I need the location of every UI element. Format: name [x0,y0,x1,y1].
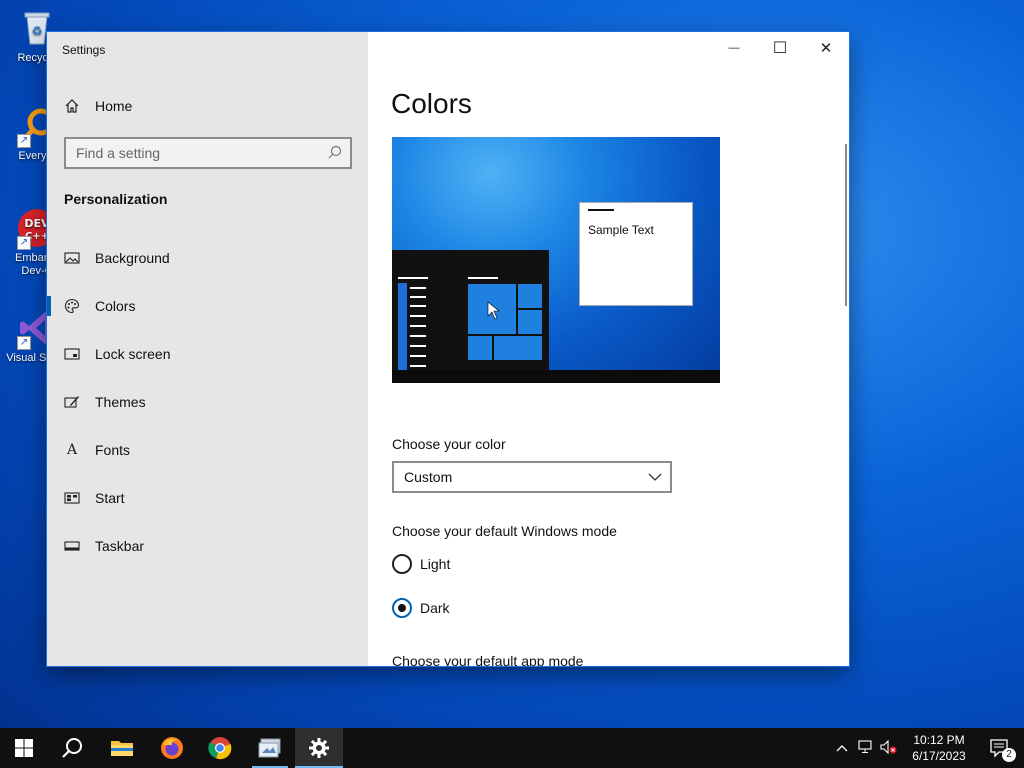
sidebar-item-label: Start [95,490,125,506]
sample-text: Sample Text [588,223,654,237]
taskbar: 10:12 PM 6/17/2023 2 [0,728,1024,768]
palette-icon [63,297,81,315]
search-icon [62,738,82,758]
sidebar-item-fonts[interactable]: A Fonts [47,430,368,470]
sample-title-bar [588,209,614,211]
sidebar-item-label: Colors [95,298,136,314]
sidebar-item-themes[interactable]: Themes [47,382,368,422]
sidebar-item-lock-screen[interactable]: Lock screen [47,334,368,374]
shortcut-arrow-icon: ↗ [17,336,31,350]
radio-button[interactable] [392,554,412,574]
chrome-icon [208,737,232,760]
app-button[interactable] [246,728,294,768]
app-mode-label: Choose your default app mode [392,653,584,666]
app-icon [258,738,281,758]
dropdown-value: Custom [404,469,453,485]
home-icon [63,97,81,115]
chrome-button[interactable] [196,728,244,768]
search-icon [328,145,342,162]
firefox-button[interactable] [148,728,196,768]
windows-logo-icon [15,739,33,757]
volume-muted-icon[interactable] [880,739,898,757]
lock-screen-icon [63,345,81,363]
sidebar-item-label: Fonts [95,442,131,458]
clock-date: 6/17/2023 [912,749,966,763]
start-icon [63,489,81,507]
sidebar-item-taskbar[interactable]: Taskbar [47,526,368,566]
clock-time: 10:12 PM [913,733,965,747]
radio-label: Light [420,556,451,572]
search-placeholder: Find a setting [76,145,161,161]
radio-button-checked[interactable] [392,598,412,618]
notification-count-badge: 2 [1002,748,1016,762]
shortcut-arrow-icon: ↗ [17,134,31,148]
color-preview: Sample Text [392,137,720,383]
sidebar-item-label: Home [95,98,133,114]
chevron-down-icon [648,469,662,485]
action-center-button[interactable]: 2 [976,728,1024,768]
preview-start-menu [392,250,549,370]
sidebar-item-label: Lock screen [95,346,171,362]
file-explorer-icon [111,741,133,756]
fonts-icon: A [66,442,78,458]
radio-light[interactable]: Light [392,554,450,574]
shortcut-arrow-icon: ↗ [17,236,31,250]
colors-page: Colors Sample Text Choose your color Cus… [368,32,849,666]
file-explorer-button[interactable] [98,728,146,768]
taskbar-icon [63,537,81,555]
windows-mode-label: Choose your default Windows mode [392,523,617,539]
section-heading: Personalization [64,191,168,207]
search-button[interactable] [48,728,96,768]
page-title: Colors [391,88,472,119]
settings-window: Settings Home Find a setting Personaliza… [47,32,849,666]
sidebar-item-background[interactable]: Background [47,238,368,278]
choose-color-dropdown[interactable]: Custom [392,461,672,493]
sidebar-item-home[interactable]: Home [47,86,368,126]
preview-taskbar [392,370,720,383]
network-icon[interactable] [858,739,874,757]
svg-text:♻: ♻ [32,24,43,38]
sidebar-item-label: Taskbar [95,538,145,554]
firefox-icon [161,737,183,759]
settings-icon [309,738,329,758]
picture-icon [63,249,81,267]
window-title: Settings [62,43,106,57]
sidebar-item-label: Themes [95,394,146,410]
radio-dark[interactable]: Dark [392,598,450,618]
start-button[interactable] [0,728,48,768]
themes-icon [63,393,81,411]
chevron-up-icon[interactable] [836,741,848,755]
preview-sample-window: Sample Text [579,202,693,306]
search-input[interactable]: Find a setting [64,137,352,169]
system-tray [836,728,898,768]
settings-taskbar-button[interactable] [295,728,343,768]
sidebar: Settings Home Find a setting Personaliza… [47,32,368,666]
sidebar-item-label: Background [95,250,170,266]
sidebar-item-colors[interactable]: Colors [47,286,368,326]
choose-color-label: Choose your color [392,436,506,452]
radio-label: Dark [420,600,450,616]
clock[interactable]: 10:12 PM 6/17/2023 [906,732,972,764]
sidebar-item-start[interactable]: Start [47,478,368,518]
scrollbar[interactable] [845,144,847,306]
